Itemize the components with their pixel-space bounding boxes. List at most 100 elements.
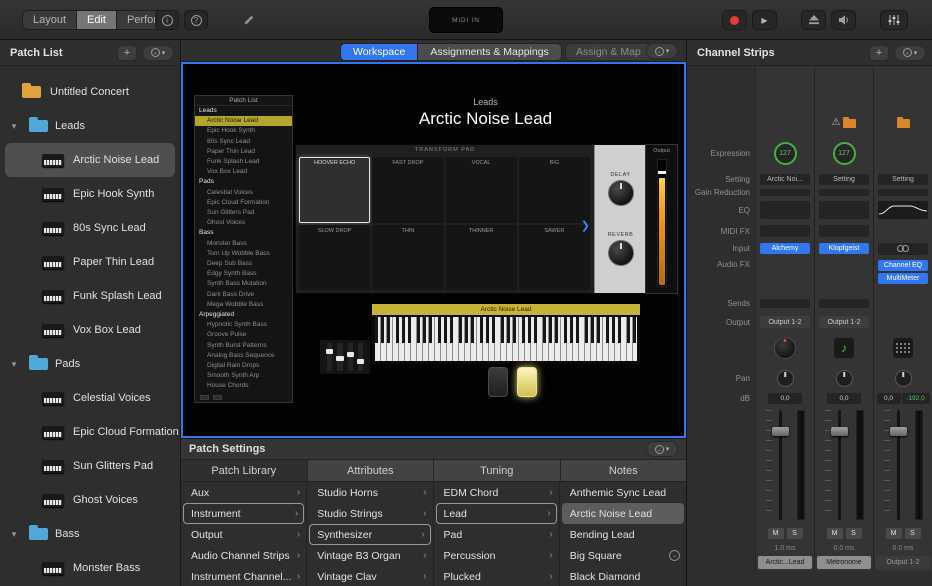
mini-patch[interactable]: Vox Box Lead <box>195 167 292 177</box>
share-button[interactable] <box>801 10 826 30</box>
instrument-plugin[interactable]: Klopfgeist <box>819 243 869 254</box>
mode-layout-button[interactable]: Layout <box>23 11 77 29</box>
solo-button[interactable]: S <box>905 528 921 539</box>
tab-workspace[interactable]: Workspace <box>341 44 418 60</box>
patch-row[interactable]: 80s Sync Lead <box>0 211 180 245</box>
eq-curve-thumbnail[interactable] <box>878 201 928 219</box>
mode-edit-button[interactable]: Edit <box>77 11 117 29</box>
eq-slot[interactable] <box>760 201 810 219</box>
disclosure-icon[interactable]: ▾ <box>6 529 22 540</box>
record-button[interactable] <box>722 10 747 30</box>
drawbar[interactable] <box>337 343 342 371</box>
patch-row[interactable]: Paper Thin Lead <box>0 245 180 279</box>
mini-patch[interactable]: Monster Bass <box>195 239 292 249</box>
delay-knob[interactable] <box>608 180 634 206</box>
mini-patch[interactable]: Deep Sub Bass <box>195 259 292 269</box>
transform-pad-active[interactable]: HOOVER ECHO <box>299 157 370 223</box>
solo-button[interactable]: S <box>846 528 862 539</box>
audio-fx-plugin[interactable]: Channel EQ <box>878 260 928 271</box>
transform-pad[interactable]: BIG <box>519 157 590 223</box>
mute-button[interactable]: M <box>768 528 784 539</box>
patch-settings-action-menu[interactable]: ⌄ ▾ <box>646 441 678 457</box>
mute-button[interactable]: M <box>886 528 902 539</box>
patch-row[interactable]: Celestial Voices <box>0 381 180 415</box>
browser-item-selected[interactable]: Synthesizer› <box>309 524 430 545</box>
patch-row[interactable]: Ghost Voices <box>0 483 180 517</box>
group-row-bass[interactable]: ▾ Bass <box>0 517 180 551</box>
browser-item[interactable]: Percussion› <box>434 545 559 566</box>
browser-item-selected[interactable]: Lead› <box>436 503 557 524</box>
mini-patch[interactable]: House Chords <box>195 381 292 391</box>
transform-pad[interactable]: THIN <box>372 225 443 291</box>
browser-item[interactable]: Black Diamond <box>560 566 686 586</box>
channel-strips-action-menu[interactable]: ⌄ ▾ <box>894 45 926 61</box>
mini-patch[interactable]: Funk Splash Lead <box>195 157 292 167</box>
fader-cap[interactable] <box>831 427 848 436</box>
browser-item[interactable]: Studio Strings› <box>307 503 432 524</box>
patch-row[interactable]: Funk Splash Lead <box>0 279 180 313</box>
setting-field[interactable]: Arctic Noi... <box>760 174 810 185</box>
volume-fader[interactable] <box>815 405 873 525</box>
preview-icon[interactable]: ⌄ <box>669 550 680 561</box>
output-fader-cap[interactable] <box>658 171 666 174</box>
expression-knob[interactable]: 127 <box>774 142 797 165</box>
drawbar[interactable] <box>348 343 353 371</box>
pan-knob[interactable] <box>777 370 794 387</box>
expand-chevron-icon[interactable]: ❯ <box>581 219 590 232</box>
mini-patch-selected[interactable]: Arctic Noise Lead <box>195 116 292 126</box>
send-slot[interactable] <box>819 299 869 308</box>
expression-knob[interactable]: 127 <box>833 142 856 165</box>
play-button[interactable]: ▶ <box>752 10 777 30</box>
browser-item-selected[interactable]: Instrument› <box>183 503 304 524</box>
browser-item-selected[interactable]: Arctic Noise Lead <box>562 503 684 524</box>
tab-assignments-mappings[interactable]: Assignments & Mappings <box>418 44 560 60</box>
channel-strip-name[interactable]: Output 1-2 <box>876 556 930 569</box>
edit-mapping-button[interactable] <box>237 10 261 30</box>
midi-fx-slot[interactable] <box>760 225 810 237</box>
help-button[interactable]: ? <box>184 10 208 30</box>
patch-list-action-menu[interactable]: ⌄ ▾ <box>142 45 174 61</box>
browser-item[interactable]: Output› <box>181 524 306 545</box>
browser-item[interactable]: Big Square⌄ <box>560 545 686 566</box>
mini-patch[interactable]: Smooth Synth Arp <box>195 371 292 381</box>
eq-slot[interactable] <box>819 201 869 219</box>
browser-item[interactable]: EDM Chord› <box>434 482 559 503</box>
sustain-pedal-active[interactable] <box>517 367 537 397</box>
mini-patch[interactable]: Mega Wobble Bass <box>195 300 292 310</box>
fader-cap[interactable] <box>772 427 789 436</box>
patch-row[interactable]: Sun Glitters Pad <box>0 449 180 483</box>
mini-patch[interactable]: Epic Cloud Formation <box>195 198 292 208</box>
browser-item[interactable]: Plucked› <box>434 566 559 586</box>
expression-pedal[interactable] <box>488 367 508 397</box>
mini-patch[interactable]: Celestial Voices <box>195 188 292 198</box>
add-patch-button[interactable]: + <box>117 45 137 61</box>
mini-patch[interactable]: Synth Burst Patterns <box>195 341 292 351</box>
mini-patch[interactable]: Torn Up Wobble Bass <box>195 249 292 259</box>
group-row-pads[interactable]: ▾ Pads <box>0 347 180 381</box>
drawbar[interactable] <box>358 343 363 371</box>
group-row-leads[interactable]: ▾ Leads <box>0 109 180 143</box>
patch-row-selected[interactable]: Arctic Noise Lead <box>5 143 175 177</box>
black-keys[interactable] <box>375 317 637 343</box>
patch-row[interactable]: Epic Hook Synth <box>0 177 180 211</box>
fader-cap[interactable] <box>890 427 907 436</box>
tab-attributes[interactable]: Attributes <box>308 460 435 482</box>
channel-strip-name[interactable]: Arctic...Lead <box>758 556 812 569</box>
disclosure-icon[interactable]: ▾ <box>6 359 22 370</box>
concert-row[interactable]: Untitled Concert <box>0 75 180 109</box>
output-routing-button[interactable]: Output 1-2 <box>760 316 810 328</box>
stereo-input-button[interactable] <box>878 243 928 255</box>
add-channel-strip-button[interactable]: + <box>869 45 889 61</box>
mini-patch[interactable]: Analog Bass Sequence <box>195 351 292 361</box>
channel-strip-name[interactable]: Metronome <box>817 556 871 569</box>
mini-patch[interactable]: Hypnotic Synth Bass <box>195 320 292 330</box>
pan-knob[interactable] <box>895 370 912 387</box>
transform-pad[interactable]: SAWER <box>519 225 590 291</box>
midi-fx-slot[interactable] <box>819 225 869 237</box>
browser-item[interactable]: Pad› <box>434 524 559 545</box>
solo-button[interactable]: S <box>787 528 803 539</box>
workspace-action-menu[interactable]: ⌄ ▾ <box>646 43 678 59</box>
transform-pad[interactable]: FAST DROP <box>372 157 443 223</box>
patch-row[interactable]: Epic Cloud Formation <box>0 415 180 449</box>
volume-value[interactable]: 0,0 <box>877 393 901 404</box>
